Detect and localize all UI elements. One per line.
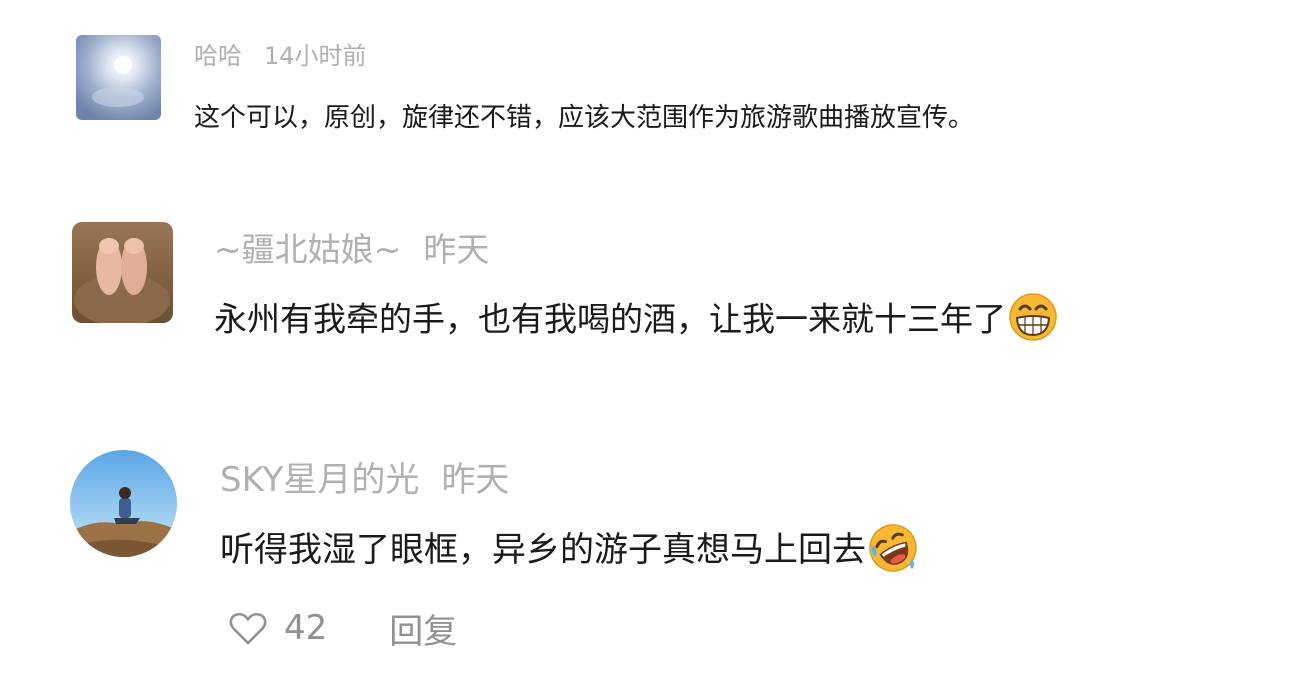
avatar[interactable] <box>72 222 173 323</box>
reply-button[interactable]: 回复 <box>389 604 457 653</box>
grinning-face-emoji <box>1008 292 1058 342</box>
like-button[interactable]: 42 <box>226 606 327 650</box>
username[interactable]: ~疆北姑娘~ <box>214 230 401 269</box>
like-count: 42 <box>284 608 328 648</box>
comment-text-content: 永州有我牵的手，也有我喝的酒，让我一来就十三年了 <box>214 299 1006 339</box>
comment-text-content: 听得我湿了眼框，异乡的游子真想马上回去 <box>220 530 866 570</box>
comment-meta: SKY星月的光 昨天 <box>220 457 509 503</box>
timestamp: 昨天 <box>441 460 510 500</box>
avatar[interactable] <box>76 35 161 120</box>
avatar[interactable] <box>70 450 177 557</box>
comment-text: 永州有我牵的手，也有我喝的酒，让我一来就十三年了 <box>214 293 1058 346</box>
timestamp: 昨天 <box>423 230 490 269</box>
comment-actions: 42 回复 <box>226 604 457 652</box>
username[interactable]: SKY星月的光 <box>220 460 419 500</box>
heart-outline-icon <box>229 612 267 645</box>
username[interactable]: 哈哈 <box>194 42 242 70</box>
comment-text: 听得我湿了眼框，异乡的游子真想马上回去 <box>220 523 918 577</box>
comment-meta: 哈哈 14小时前 <box>194 38 367 74</box>
timestamp: 14小时前 <box>264 42 367 70</box>
comment-text: 这个可以，原创，旋律还不错，应该大范围作为旅游歌曲播放宣传。 <box>194 103 975 133</box>
comment-meta: ~疆北姑娘~ 昨天 <box>214 228 489 272</box>
rolling-on-floor-laughing-emoji <box>868 523 918 573</box>
